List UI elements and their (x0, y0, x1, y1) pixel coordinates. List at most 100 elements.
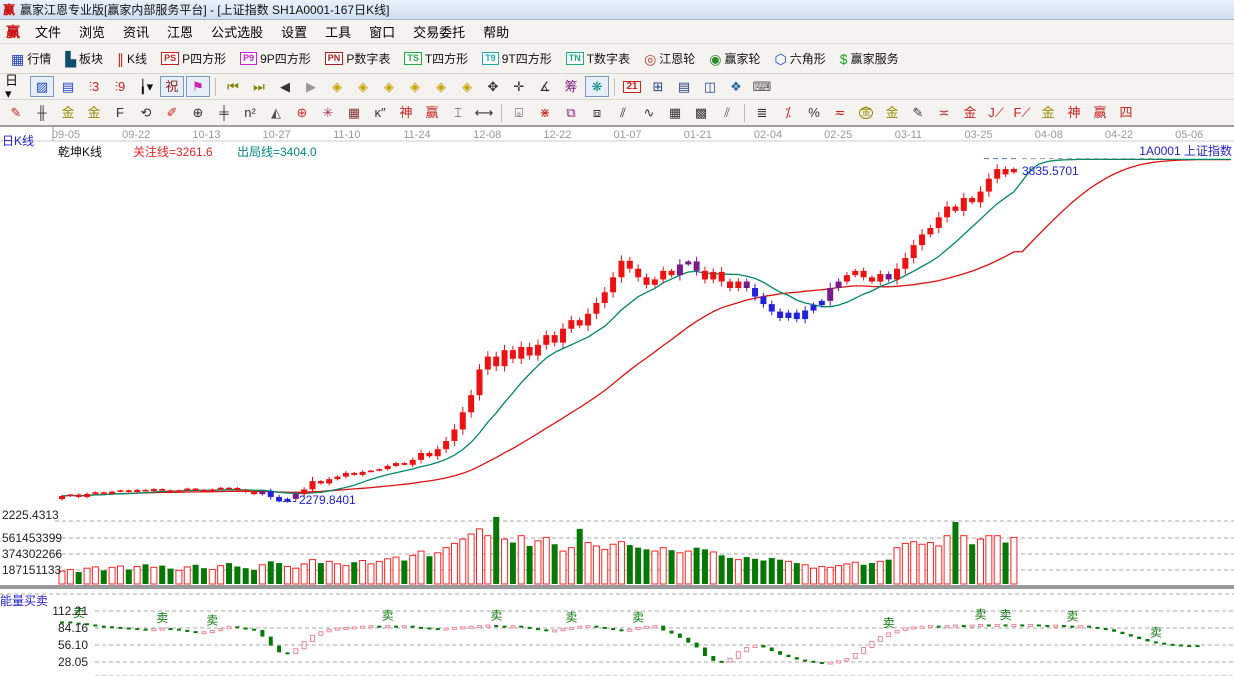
star-burst-button[interactable]: ✳ (316, 102, 340, 123)
price-ladder-button[interactable]: ≣ (750, 102, 774, 123)
next-bar-button[interactable]: ▶ (299, 76, 323, 97)
quotes-button[interactable]: ▦ 行情 (4, 48, 58, 69)
pen-ruler-button[interactable]: ✐ (160, 102, 184, 123)
diamond-both-button[interactable]: ◈ (377, 76, 401, 97)
info-panel-button[interactable]: ▤ (56, 76, 80, 97)
gold-ruler-2-button[interactable]: 金 (82, 102, 106, 123)
analysis-brain-button[interactable]: ❋ (585, 76, 609, 97)
calendar-button[interactable]: 21 (620, 76, 644, 97)
menu-item-5[interactable]: 设置 (272, 20, 316, 43)
f-ruler-button[interactable]: F (108, 102, 132, 123)
k-quote-button[interactable]: ĸ″ (368, 102, 392, 123)
kline-button[interactable]: ∥ K线 (110, 48, 154, 69)
j-line-button[interactable]: J⟋ (984, 102, 1008, 123)
remote-pc-button[interactable]: ⌨ (750, 76, 774, 97)
gold-channel-button[interactable]: 金 (958, 102, 982, 123)
winner-service-button[interactable]: $ 赢家服务 (833, 48, 906, 69)
menu-item-6[interactable]: 工具 (316, 20, 360, 43)
menu-item-4[interactable]: 公式选股 (202, 20, 272, 43)
grid-center-button[interactable]: ▦ (342, 102, 366, 123)
angle-mirror-button[interactable]: ◭ (264, 102, 288, 123)
first-bar-button[interactable]: ⏮ (221, 76, 245, 97)
t-square-button[interactable]: TS T四方形 (397, 48, 475, 69)
circle-ruler-button[interactable]: ⊕ (186, 102, 210, 123)
hash-ruler-button[interactable]: ╪ (212, 102, 236, 123)
ying-tool-button[interactable]: 赢 (420, 102, 444, 123)
shen-line-button[interactable]: 神 (1062, 102, 1086, 123)
shen-tool-button[interactable]: 神 (394, 102, 418, 123)
hand-tool-button[interactable]: ✥ (481, 76, 505, 97)
menu-item-2[interactable]: 资讯 (114, 20, 158, 43)
network-button[interactable]: ❖ (724, 76, 748, 97)
gold-lines-button[interactable]: 金 (880, 102, 904, 123)
winner-wheel-button[interactable]: ◉ 赢家轮 (702, 48, 767, 69)
ruler-button[interactable]: ╫ (30, 102, 54, 123)
gold-pen-button[interactable]: 金 (1036, 102, 1060, 123)
bars-9-button[interactable]: ⫶9 (108, 76, 132, 97)
candle-dropdown-button[interactable]: ╽▾ (134, 76, 158, 97)
p-square-button[interactable]: PS P四方形 (154, 48, 233, 69)
calculator-button[interactable]: ⊞ (646, 76, 670, 97)
si-line-button[interactable]: 四 (1114, 102, 1138, 123)
p-number-table-button[interactable]: PN P数字表 (318, 48, 398, 69)
period-dropdown-button[interactable]: 日 ▾ (4, 74, 28, 100)
fan-lines-button[interactable]: ⋇ (533, 102, 557, 123)
gann-wheel-button[interactable]: ◎ 江恩轮 (637, 48, 702, 69)
zigzag-lines-button[interactable]: ∿ (637, 102, 661, 123)
window-layout-button[interactable]: ▨ (30, 76, 54, 97)
menu-item-7[interactable]: 窗口 (360, 20, 404, 43)
diamond-left-button[interactable]: ◈ (325, 76, 349, 97)
grid-a-button[interactable]: ▦ (663, 102, 687, 123)
dark-box-button[interactable]: ⧈ (585, 102, 609, 123)
sectors-button[interactable]: ▙ 板块 (58, 48, 110, 69)
diamond-x-button[interactable]: ◈ (403, 76, 427, 97)
chips-view-button[interactable]: 祝 (160, 76, 184, 97)
bars-3-button[interactable]: ⫶3 (82, 76, 106, 97)
diamond-star-icon: ◈ (436, 79, 446, 94)
menu-item-1[interactable]: 浏览 (70, 20, 114, 43)
notes-button[interactable]: ▤ (672, 76, 696, 97)
ruler-123-button[interactable]: ⌶ (446, 102, 470, 123)
avg-lines-button[interactable]: ≍ (932, 102, 956, 123)
menu-item-3[interactable]: 江恩 (158, 20, 202, 43)
flag-chart-button[interactable]: ⚑ (186, 76, 210, 97)
trendline-tool-button[interactable]: ∡ (533, 76, 557, 97)
gold-ruler-1-button[interactable]: 金 (56, 102, 80, 123)
measure-arrow-button[interactable]: ⟷ (472, 102, 496, 123)
menu-item-0[interactable]: 文件 (26, 20, 70, 43)
n2-ruler-button[interactable]: n² (238, 102, 262, 123)
spiral-tool-button[interactable]: ⟲ (134, 102, 158, 123)
parallel-lines-button[interactable]: ⫽ (715, 102, 739, 123)
prev-bar-button[interactable]: ◀ (273, 76, 297, 97)
crosshair-tool-button[interactable]: ✛ (507, 76, 531, 97)
chips-tool-button[interactable]: 筹 (559, 76, 583, 97)
percent-lines-button[interactable]: ≂ (828, 102, 852, 123)
chart-canvas[interactable]: 09-05 09-22 10-13 10-27 11-10 11-24 12-08 12-22… (0, 127, 1234, 676)
pencil-lines-button[interactable]: ⫽ (611, 102, 635, 123)
t-number-table-button[interactable]: TN T数字表 (559, 48, 637, 69)
last-bar-button[interactable]: ⏭ (247, 76, 271, 97)
percent-button[interactable]: % (802, 102, 826, 123)
grid-b-button[interactable]: ▩ (689, 102, 713, 123)
box-tool-button[interactable]: ⌻ (507, 102, 531, 123)
diamond-right-button[interactable]: ◈ (351, 76, 375, 97)
percent-red-button[interactable]: ⁒ (776, 102, 800, 123)
hexagon-button[interactable]: ⬡ 六角形 (768, 48, 833, 69)
ying-line-button[interactable]: 赢 (1088, 102, 1112, 123)
kline-model-label: 乾坤K线 (58, 145, 103, 159)
save-button[interactable]: ◫ (698, 76, 722, 97)
menu-item-9[interactable]: 帮助 (474, 20, 518, 43)
menu-item-8[interactable]: 交易委托 (404, 20, 474, 43)
f-line-button[interactable]: F⟋ (1010, 102, 1034, 123)
period-label[interactable]: 日K线 (2, 132, 34, 149)
diamond-plus-button[interactable]: ◈ (455, 76, 479, 97)
diamond-star-button[interactable]: ◈ (429, 76, 453, 97)
brush-pen-button[interactable]: ✎ (906, 102, 930, 123)
target-circle-button[interactable]: ⊕ (290, 102, 314, 123)
gold-circle-button[interactable]: 金 (854, 102, 878, 123)
9p-square-button[interactable]: P9 9P四方形 (233, 48, 318, 69)
gold-ruler-1-icon: 金 (61, 105, 75, 120)
purple-box-button[interactable]: ⧉ (559, 102, 583, 123)
pen-knife-button[interactable]: ✎ (4, 102, 28, 123)
9t-square-button[interactable]: T9 9T四方形 (475, 48, 559, 69)
